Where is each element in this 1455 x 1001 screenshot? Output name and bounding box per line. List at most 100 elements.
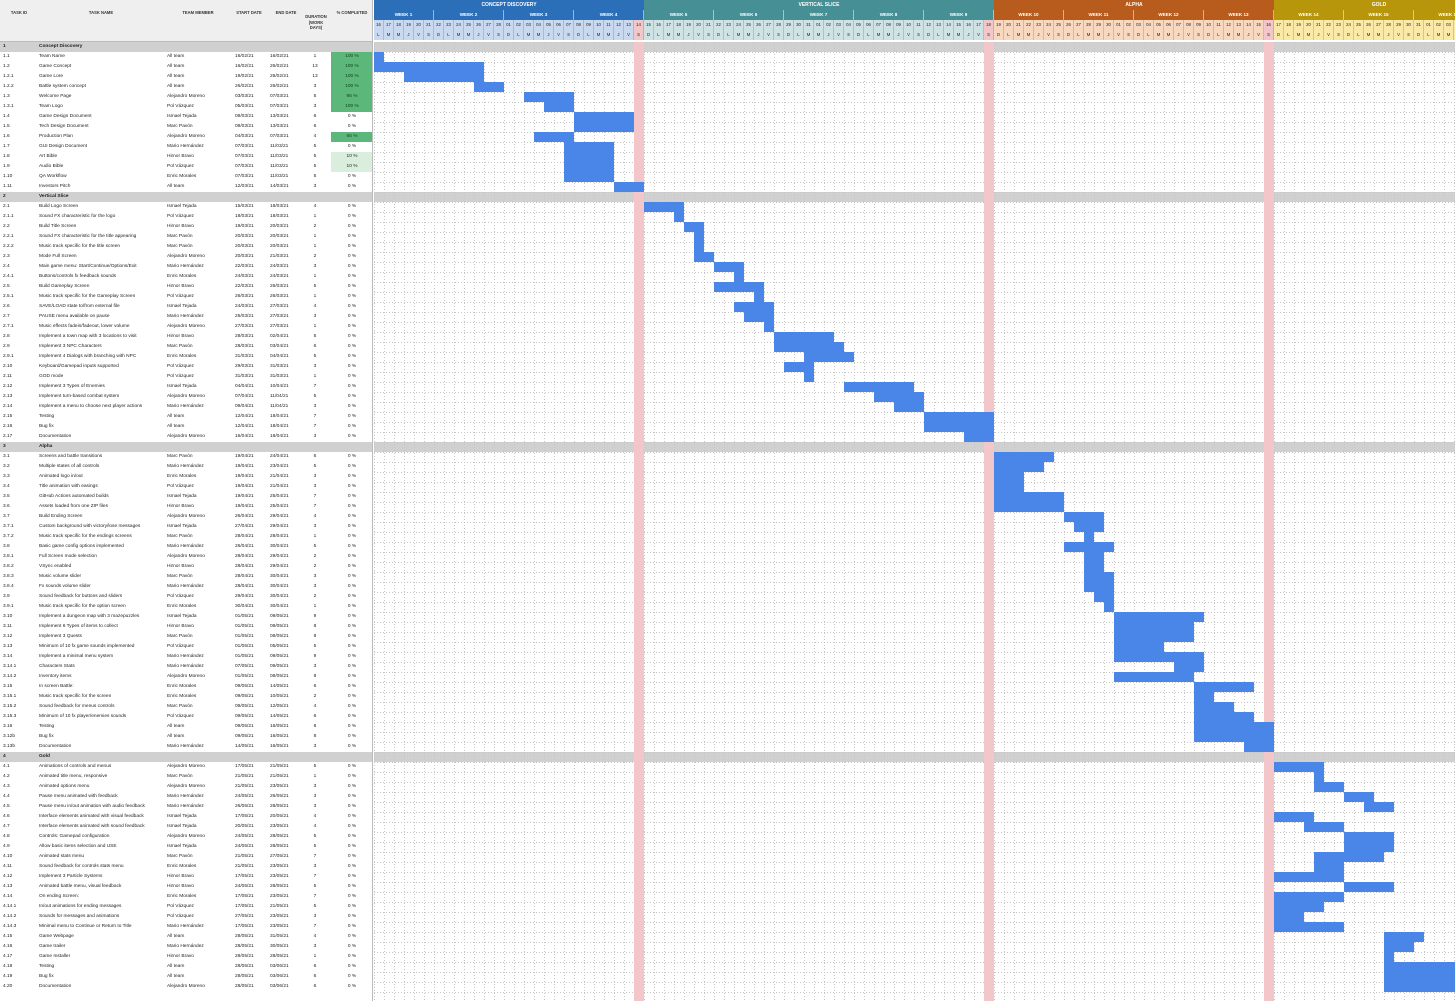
gantt-bar[interactable] xyxy=(1314,772,1324,782)
gantt-bar[interactable] xyxy=(924,412,994,422)
table-row[interactable]: 1.4 Game Design Document Ismael Tejada 08/0… xyxy=(0,112,372,122)
gantt-bar[interactable] xyxy=(564,152,614,162)
gantt-bar[interactable] xyxy=(1084,552,1104,562)
table-row[interactable]: 3.14.1 Characters Stats Mario Hernández 07/… xyxy=(0,662,372,672)
table-row[interactable]: 2.7 PAUSE menu available on pause Mario He… xyxy=(0,312,372,322)
gantt-bar[interactable] xyxy=(574,122,634,132)
gantt-bar[interactable] xyxy=(734,272,744,282)
table-row[interactable]: 4.11 Sound feedback for controls stats me… xyxy=(0,862,372,872)
table-row[interactable]: 1.8 Art Bible Hirnor Bravo 07/03/21 11/03/21… xyxy=(0,152,372,162)
gantt-bar[interactable] xyxy=(1174,662,1204,672)
table-row[interactable]: 2.1 Build Logo Screen Ismael Tejada 15/03/2… xyxy=(0,202,372,212)
gantt-bar[interactable] xyxy=(534,132,574,142)
table-row[interactable]: 1.11 Investors Pitch All team 12/03/21 14/03… xyxy=(0,182,372,192)
table-row[interactable]: 1.9 Audio Bible Pol Vázquez 07/03/21 11/03/2… xyxy=(0,162,372,172)
gantt-bar[interactable] xyxy=(1274,892,1344,902)
table-row[interactable]: 3.13b Documentation Mario Hernández 14/05/2… xyxy=(0,742,372,752)
gantt-bar[interactable] xyxy=(1094,592,1114,602)
gantt-bar[interactable] xyxy=(1274,912,1304,922)
table-row[interactable]: 4.14.1 In/out animations for ending messa… xyxy=(0,902,372,912)
table-row[interactable]: 2.9.1 Implement 4 Dialogs with branching … xyxy=(0,352,372,362)
table-row[interactable]: 3.9 Sound feedback for buttons and slider… xyxy=(0,592,372,602)
gantt-bar[interactable] xyxy=(1194,722,1274,732)
table-row[interactable]: 4.13 Animated battle menu, visual feedbac… xyxy=(0,882,372,892)
table-row[interactable]: 3.8 Basic game config options implemented… xyxy=(0,542,372,552)
table-row[interactable]: 2.11 GOD mode Pol Vázquez 31/03/21 31/03/21 1… xyxy=(0,372,372,382)
gantt-bar[interactable] xyxy=(1304,822,1344,832)
gantt-bar[interactable] xyxy=(994,462,1044,472)
table-row[interactable]: 2.8 Implement a town map with 3 locations… xyxy=(0,332,372,342)
table-row[interactable]: 4.2 Animated title menu, responsive Marc P… xyxy=(0,772,372,782)
gantt-bar[interactable] xyxy=(1344,792,1374,802)
gantt-bar[interactable] xyxy=(1084,582,1114,592)
gantt-bar[interactable] xyxy=(564,172,614,182)
table-row[interactable]: 4.3 Animated options menu Alejandro Moreno… xyxy=(0,782,372,792)
gantt-bar[interactable] xyxy=(894,402,924,412)
table-row[interactable]: 3.16 Testing All team 09/05/21 16/05/21 8 0 % xyxy=(0,722,372,732)
table-row[interactable]: 4.6 Interface elements animated with visu… xyxy=(0,812,372,822)
table-row[interactable]: 1.5 Tech Design Document Marc Pavón 08/03/2… xyxy=(0,122,372,132)
gantt-bar[interactable] xyxy=(1384,932,1424,942)
table-row[interactable]: 1.10 QA Workflow Enric Morales 07/03/21 11/0… xyxy=(0,172,372,182)
table-row[interactable]: 2.9 Implement 3 NPC Characters Marc Pavón 2… xyxy=(0,342,372,352)
gantt-bar[interactable] xyxy=(1074,522,1104,532)
gantt-bar[interactable] xyxy=(714,262,744,272)
table-row[interactable]: 3.8.4 Fx sounds volume slider Mario Hernán… xyxy=(0,582,372,592)
table-row[interactable]: 2.6 SAVE/LOAD state to/from external file… xyxy=(0,302,372,312)
table-row[interactable]: 2.17 Documentation Alejandro Moreno 16/04/2… xyxy=(0,432,372,442)
table-row[interactable]: 4.14.2 Sounds for messages and animations… xyxy=(0,912,372,922)
gantt-bar[interactable] xyxy=(614,182,644,192)
table-row[interactable]: 2.2 Build Title Screen Hirnor Bravo 19/03/2… xyxy=(0,222,372,232)
table-row[interactable]: 2.5.1 Music track specific for the Gamepl… xyxy=(0,292,372,302)
gantt-bar[interactable] xyxy=(1274,762,1324,772)
table-row[interactable]: 3.7 Build Ending Screen Alejandro Moreno 26… xyxy=(0,512,372,522)
gantt-bar[interactable] xyxy=(374,52,384,62)
gantt-bar[interactable] xyxy=(544,102,574,112)
table-row[interactable]: 2.2.2 Music track specific for the title … xyxy=(0,242,372,252)
table-row[interactable]: 4.16 Game trailer Mario Hernández 28/05/21 3… xyxy=(0,942,372,952)
gantt-bar[interactable] xyxy=(754,292,764,302)
gantt-bar[interactable] xyxy=(1114,632,1194,642)
gantt-bar[interactable] xyxy=(1384,962,1455,972)
gantt-bar[interactable] xyxy=(994,472,1024,482)
table-row[interactable]: 2.7.1 Music effects fadein/fadeout, lower… xyxy=(0,322,372,332)
gantt-bar[interactable] xyxy=(1384,942,1414,952)
table-row[interactable]: 3.6 Assets loaded from one ZIP files Hirno… xyxy=(0,502,372,512)
table-row[interactable]: 1.7 GUI Design Document Mario Hernández 07/… xyxy=(0,142,372,152)
table-row[interactable]: 3.1 Screens and battle transitions Marc Pa… xyxy=(0,452,372,462)
gantt-bar[interactable] xyxy=(874,392,924,402)
table-row[interactable]: 4.15 Game Webpage All team 28/05/21 31/05/21… xyxy=(0,932,372,942)
gantt-bar[interactable] xyxy=(1274,902,1324,912)
gantt-bar[interactable] xyxy=(1194,682,1254,692)
table-row[interactable]: 2.15 Testing All team 12/04/21 18/04/21 7 0 % xyxy=(0,412,372,422)
gantt-bar[interactable] xyxy=(1314,782,1344,792)
table-row[interactable]: 2.2.1 Sound FX characteristic for the tit… xyxy=(0,232,372,242)
gantt-bar[interactable] xyxy=(1344,882,1394,892)
table-row[interactable]: 3.7.2 Music track specific for the ending… xyxy=(0,532,372,542)
table-row[interactable]: 2.1.1 Sound FX characteristic for the log… xyxy=(0,212,372,222)
gantt-bar[interactable] xyxy=(474,82,504,92)
table-row[interactable]: 3.12 Implement 3 Quests Marc Pavón 01/05/21… xyxy=(0,632,372,642)
table-row[interactable]: 4.14.3 Minimal menu to Continue or Return… xyxy=(0,922,372,932)
table-row[interactable]: 1.6 Production Plan Alejandro Moreno 04/03/… xyxy=(0,132,372,142)
table-row[interactable]: 1.2 Game Concept All team 16/02/21 26/02/21 1… xyxy=(0,62,372,72)
gantt-bar[interactable] xyxy=(804,372,814,382)
gantt-bar[interactable] xyxy=(734,302,774,312)
gantt-bar[interactable] xyxy=(994,502,1064,512)
gantt-bar[interactable] xyxy=(714,282,764,292)
table-row[interactable]: 3.14 Implement a minimal menu system Mario… xyxy=(0,652,372,662)
gantt-bar[interactable] xyxy=(1314,852,1384,862)
table-row[interactable]: 3.11 Implement 6 Types of items to collec… xyxy=(0,622,372,632)
gantt-bar[interactable] xyxy=(564,162,614,172)
gantt-bar[interactable] xyxy=(1194,732,1274,742)
gantt-bar[interactable] xyxy=(764,322,774,332)
gantt-bar[interactable] xyxy=(1104,602,1114,612)
gantt-bar[interactable] xyxy=(1344,842,1394,852)
gantt-bar[interactable] xyxy=(924,422,994,432)
gantt-bar[interactable] xyxy=(994,452,1054,462)
table-row[interactable]: 3.13 Minimum of 10 fx game sounds impleme… xyxy=(0,642,372,652)
gantt-bar[interactable] xyxy=(694,252,714,262)
table-row[interactable]: 1.2.1 Game Lore All team 19/02/21 26/02/21 13… xyxy=(0,72,372,82)
gantt-bar[interactable] xyxy=(374,62,484,72)
table-row[interactable]: 3.15.1 Music track specific for the scree… xyxy=(0,692,372,702)
